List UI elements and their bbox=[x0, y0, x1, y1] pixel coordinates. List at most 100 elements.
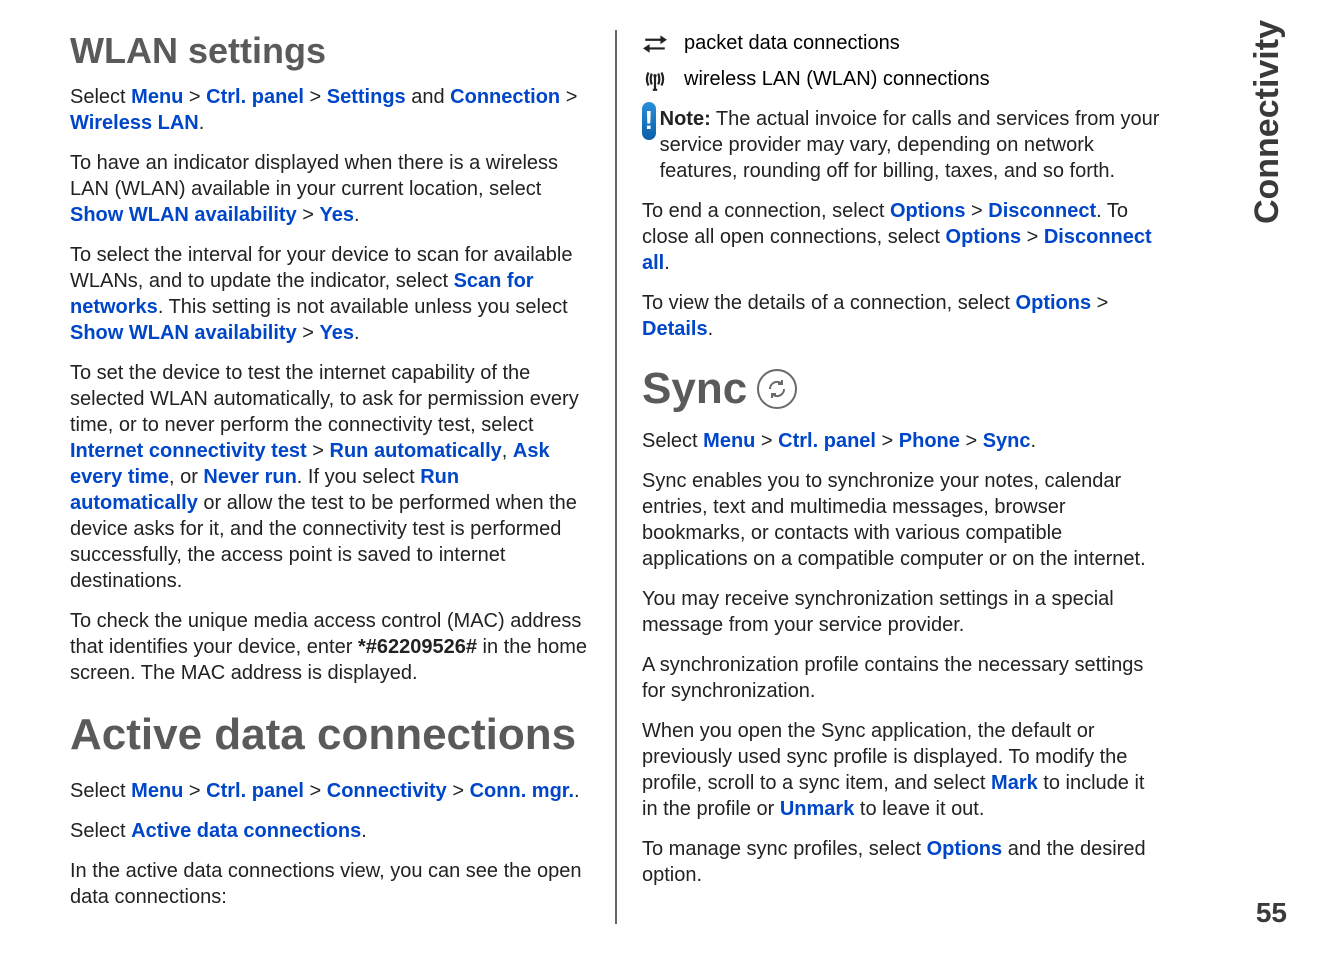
link-phone[interactable]: Phone bbox=[899, 430, 960, 452]
paragraph: In the active data connections view, you… bbox=[70, 858, 590, 910]
text: packet data connections bbox=[684, 32, 900, 55]
link-wireless-lan[interactable]: Wireless LAN bbox=[70, 112, 199, 134]
link-menu[interactable]: Menu bbox=[131, 780, 183, 802]
text: > bbox=[1091, 292, 1108, 314]
paragraph: To set the device to test the internet c… bbox=[70, 360, 590, 594]
arrows-icon bbox=[642, 30, 668, 56]
text: > bbox=[297, 322, 320, 344]
text: Select bbox=[70, 820, 131, 842]
link-details[interactable]: Details bbox=[642, 318, 708, 340]
text: > bbox=[876, 430, 899, 452]
text: > bbox=[307, 440, 330, 462]
link-menu[interactable]: Menu bbox=[703, 430, 755, 452]
column-divider bbox=[615, 30, 617, 924]
paragraph: To select the interval for your device t… bbox=[70, 242, 590, 346]
paragraph: When you open the Sync application, the … bbox=[642, 718, 1162, 822]
text: > bbox=[960, 430, 983, 452]
text: > bbox=[560, 86, 577, 108]
link-yes[interactable]: Yes bbox=[320, 322, 354, 344]
text: > bbox=[304, 86, 327, 108]
text: Select bbox=[70, 780, 131, 802]
list-item: wireless LAN (WLAN) connections bbox=[642, 66, 1162, 92]
text: . bbox=[199, 112, 205, 134]
text: and bbox=[406, 86, 450, 108]
heading-text: Sync bbox=[642, 364, 747, 414]
link-options[interactable]: Options bbox=[890, 200, 966, 222]
link-ctrl-panel[interactable]: Ctrl. panel bbox=[206, 780, 304, 802]
link-options[interactable]: Options bbox=[946, 226, 1022, 248]
text: > bbox=[297, 204, 320, 226]
heading-active-data-connections: Active data connections bbox=[70, 710, 590, 760]
paragraph: To view the details of a connection, sel… bbox=[642, 290, 1162, 342]
link-conn-mgr[interactable]: Conn. mgr. bbox=[470, 780, 574, 802]
link-unmark[interactable]: Unmark bbox=[780, 798, 854, 820]
text: > bbox=[183, 86, 206, 108]
paragraph: You may receive synchronization settings… bbox=[642, 586, 1162, 638]
text: . This setting is not available unless y… bbox=[158, 296, 568, 318]
link-ctrl-panel[interactable]: Ctrl. panel bbox=[206, 86, 304, 108]
page-content: WLAN settings Select Menu > Ctrl. panel … bbox=[0, 30, 1322, 924]
note-paragraph: ! Note: The actual invoice for calls and… bbox=[642, 106, 1162, 184]
text: . bbox=[1031, 430, 1037, 452]
right-column: packet data connections wireless LAN (WL… bbox=[622, 30, 1182, 924]
text: The actual invoice for calls and service… bbox=[660, 108, 1160, 182]
text: > bbox=[966, 200, 989, 222]
text: > bbox=[447, 780, 470, 802]
link-menu[interactable]: Menu bbox=[131, 86, 183, 108]
text: > bbox=[304, 780, 327, 802]
paragraph: Select Menu > Ctrl. panel > Connectivity… bbox=[70, 778, 590, 804]
heading-wlan-settings: WLAN settings bbox=[70, 30, 590, 72]
text: . bbox=[354, 322, 360, 344]
link-connection[interactable]: Connection bbox=[450, 86, 560, 108]
link-sync[interactable]: Sync bbox=[983, 430, 1031, 452]
link-settings[interactable]: Settings bbox=[327, 86, 406, 108]
paragraph: To manage sync profiles, select Options … bbox=[642, 836, 1162, 888]
text: > bbox=[1021, 226, 1044, 248]
link-yes[interactable]: Yes bbox=[320, 204, 354, 226]
text: Select bbox=[642, 430, 703, 452]
side-tab-label: Connectivity bbox=[1248, 20, 1287, 224]
link-disconnect[interactable]: Disconnect bbox=[988, 200, 1096, 222]
text: . bbox=[574, 780, 580, 802]
paragraph: To end a connection, select Options > Di… bbox=[642, 198, 1162, 276]
left-column: WLAN settings Select Menu > Ctrl. panel … bbox=[50, 30, 610, 924]
text: . bbox=[361, 820, 367, 842]
wlan-antenna-icon bbox=[642, 66, 668, 92]
text: . bbox=[708, 318, 714, 340]
paragraph: Select Active data connections. bbox=[70, 818, 590, 844]
text: To view the details of a connection, sel… bbox=[642, 292, 1016, 314]
page-number: 55 bbox=[1256, 897, 1287, 929]
text: . bbox=[354, 204, 360, 226]
link-internet-conn-test[interactable]: Internet connectivity test bbox=[70, 440, 307, 462]
paragraph: To check the unique media access control… bbox=[70, 608, 590, 686]
text: To manage sync profiles, select bbox=[642, 838, 927, 860]
paragraph: Select Menu > Ctrl. panel > Settings and… bbox=[70, 84, 590, 136]
paragraph: A synchronization profile contains the n… bbox=[642, 652, 1162, 704]
list-item: packet data connections bbox=[642, 30, 1162, 56]
paragraph: Sync enables you to synchronize your not… bbox=[642, 468, 1162, 572]
link-active-data-conn[interactable]: Active data connections bbox=[131, 820, 361, 842]
text: , bbox=[502, 440, 513, 462]
text: . bbox=[664, 252, 670, 274]
text: > bbox=[183, 780, 206, 802]
link-show-wlan[interactable]: Show WLAN availability bbox=[70, 204, 297, 226]
link-ctrl-panel[interactable]: Ctrl. panel bbox=[778, 430, 876, 452]
paragraph: Select Menu > Ctrl. panel > Phone > Sync… bbox=[642, 428, 1162, 454]
sync-icon bbox=[757, 369, 797, 409]
link-never-run[interactable]: Never run bbox=[203, 466, 296, 488]
text: Select bbox=[70, 86, 131, 108]
paragraph: To have an indicator displayed when ther… bbox=[70, 150, 590, 228]
text: To set the device to test the internet c… bbox=[70, 362, 579, 436]
note-icon: ! bbox=[642, 102, 656, 140]
text: to leave it out. bbox=[854, 798, 984, 820]
heading-sync: Sync bbox=[642, 364, 1162, 414]
link-connectivity[interactable]: Connectivity bbox=[327, 780, 447, 802]
link-options[interactable]: Options bbox=[1016, 292, 1092, 314]
link-show-wlan[interactable]: Show WLAN availability bbox=[70, 322, 297, 344]
link-run-auto[interactable]: Run automatically bbox=[330, 440, 502, 462]
text: , or bbox=[169, 466, 203, 488]
text: To end a connection, select bbox=[642, 200, 890, 222]
link-options[interactable]: Options bbox=[927, 838, 1003, 860]
text: . If you select bbox=[297, 466, 420, 488]
link-mark[interactable]: Mark bbox=[991, 772, 1038, 794]
